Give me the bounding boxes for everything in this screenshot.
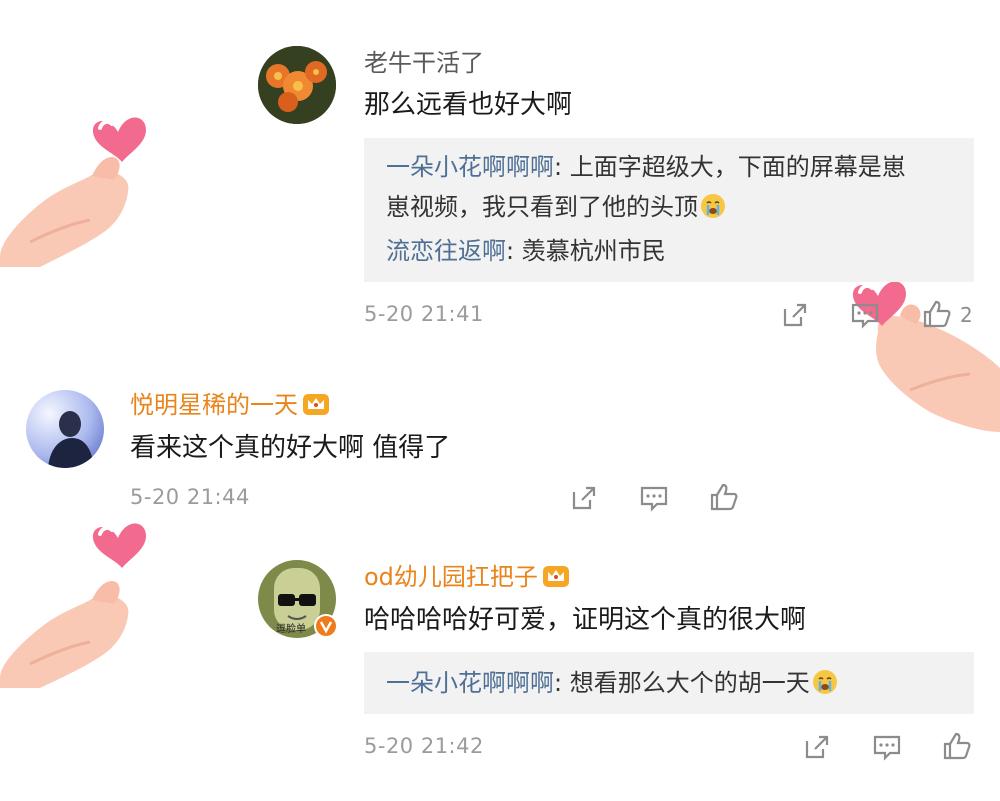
like-icon[interactable]: [922, 299, 952, 329]
flower-avatar-image: [258, 46, 336, 124]
reply-author[interactable]: 流恋往返啊: [386, 237, 506, 265]
comment-text: 哈哈哈哈好可爱，证明这个真的很大啊: [364, 605, 807, 635]
reply-text: 崽视频，我只看到了他的头顶: [386, 193, 698, 221]
comment-author[interactable]: od幼儿园扛把子: [364, 562, 570, 592]
comment-timestamp: 5-20 21:44: [130, 485, 250, 509]
verified-badge-icon: [314, 614, 338, 638]
reply-author[interactable]: 一朵小花啊啊啊: [386, 669, 554, 697]
author-name[interactable]: od幼儿园扛把子: [364, 563, 538, 591]
comment-icon[interactable]: [639, 484, 669, 512]
share-icon[interactable]: [570, 484, 598, 512]
comment-timestamp: 5-20 21:42: [364, 734, 484, 758]
comment-text: 看来这个真的好大啊 值得了: [130, 433, 451, 463]
vip-crown-icon: [303, 394, 329, 415]
reply-author[interactable]: 一朵小花啊啊啊: [386, 153, 554, 181]
crying-emoji-icon: [812, 670, 837, 694]
reply-text: 羡慕杭州市民: [521, 237, 666, 265]
reply-quote-box[interactable]: 一朵小花啊啊啊: 上面字超级大，下面的屏幕是崽 崽视频，我只看到了他的头顶 流恋…: [364, 138, 974, 282]
reply-line: 一朵小花啊啊啊: 想看那么大个的胡一天: [386, 668, 838, 698]
like-icon[interactable]: [942, 731, 972, 761]
reply-quote-box[interactable]: 一朵小花啊啊啊: 想看那么大个的胡一天: [364, 652, 974, 714]
reply-text: 上面字超级大，下面的屏幕是崽: [569, 153, 906, 181]
crying-emoji-icon: [701, 194, 725, 218]
comment-text: 那么远看也好大啊: [364, 90, 573, 120]
comment-author[interactable]: 悦明星稀的一天: [130, 390, 330, 420]
author-name[interactable]: 悦明星稀的一天: [130, 391, 298, 419]
like-count: 2: [960, 303, 973, 327]
finger-heart-sticker: [0, 117, 146, 267]
person-avatar-image: [26, 390, 104, 468]
avatar[interactable]: [258, 46, 336, 124]
avatar-caption: 逗脸单: [276, 624, 306, 635]
finger-heart-sticker: [0, 523, 146, 688]
reply-text: 想看那么大个的胡一天: [569, 669, 810, 697]
share-icon[interactable]: [803, 733, 831, 761]
like-icon[interactable]: [709, 482, 739, 512]
reply-line-continued: 崽视频，我只看到了他的头顶: [386, 192, 726, 222]
vip-crown-icon: [542, 566, 569, 587]
comment-icon[interactable]: [872, 733, 902, 761]
reply-line: 流恋往返啊: 羡慕杭州市民: [386, 237, 666, 265]
avatar[interactable]: [26, 390, 104, 468]
comment-timestamp: 5-20 21:41: [364, 302, 484, 326]
reply-line: 一朵小花啊啊啊: 上面字超级大，下面的屏幕是崽: [386, 153, 906, 181]
comment-icon[interactable]: [850, 301, 880, 329]
finger-heart-sticker: [852, 281, 1000, 432]
comment-author[interactable]: 老牛干活了: [364, 48, 484, 78]
share-icon[interactable]: [781, 301, 809, 329]
